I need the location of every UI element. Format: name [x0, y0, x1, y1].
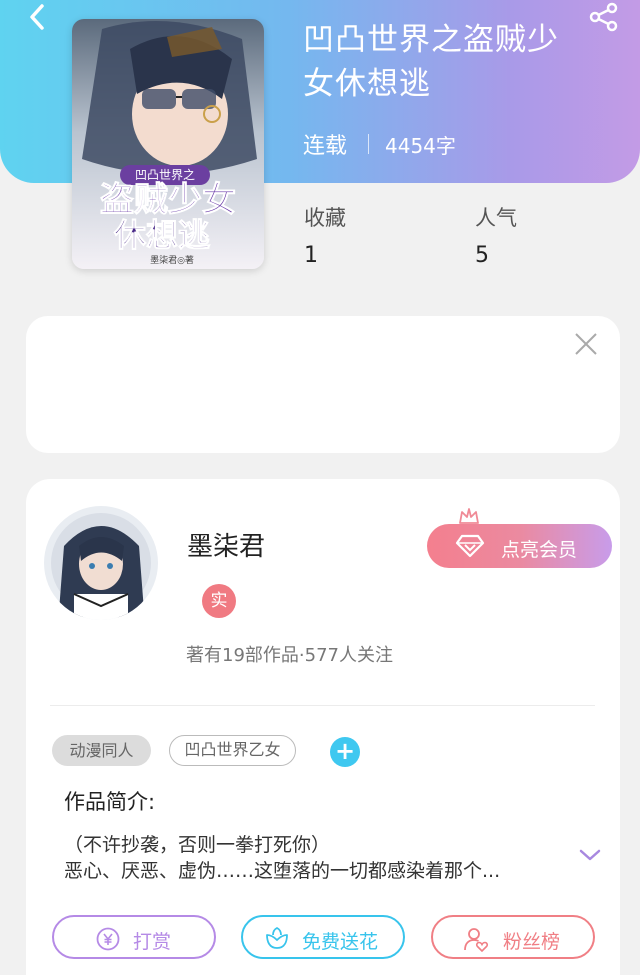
- flower-icon: [266, 926, 288, 949]
- vip-button-label: 点亮会员: [501, 539, 578, 561]
- ad-card: [26, 316, 620, 453]
- send-flowers-label: 免费送花: [302, 931, 379, 953]
- status-divider: [368, 134, 369, 154]
- user-heart-icon: [464, 928, 489, 952]
- reward-button[interactable]: 打赏: [52, 915, 216, 959]
- add-tag-button[interactable]: +: [330, 737, 360, 767]
- close-icon[interactable]: [573, 331, 599, 357]
- serial-status: 连载: [303, 134, 348, 159]
- word-count: 4454字: [385, 134, 456, 158]
- book-title: 凹凸世界之盗贼少 女休想逃: [303, 18, 603, 106]
- intro-heading: 作品简介:: [64, 790, 156, 814]
- fan-ranking-label: 粉丝榜: [503, 931, 561, 953]
- send-flowers-button[interactable]: 免费送花: [241, 915, 405, 959]
- author-name[interactable]: 墨柒君: [187, 526, 265, 563]
- add-icon: +: [334, 737, 356, 765]
- diamond-icon: [455, 534, 485, 558]
- book-title-line1: 凹凸世界之盗贼少: [303, 22, 559, 58]
- favorites-label: 收藏: [304, 206, 346, 230]
- avatar[interactable]: [44, 506, 158, 620]
- tag-topic[interactable]: 凹凸世界乙女: [169, 735, 296, 766]
- reward-label: 打赏: [133, 931, 172, 953]
- author-meta: 著有19部作品·577人关注: [186, 645, 393, 666]
- book-title-line2: 女休想逃: [303, 66, 431, 102]
- yen-icon: [96, 927, 120, 951]
- section-divider: [50, 705, 595, 706]
- favorites-value: 1: [304, 243, 318, 268]
- cover-title-2: 休想逃: [113, 216, 210, 254]
- back-arrow-icon[interactable]: [20, 2, 56, 32]
- chevron-down-icon[interactable]: [578, 846, 602, 864]
- cover-title-1: 盗贼少女: [100, 180, 237, 220]
- intro-line-1: （不许抄袭，否则一拳打死你）: [64, 834, 331, 856]
- avatar-illustration: [44, 506, 158, 620]
- popularity-label: 人气: [475, 206, 517, 230]
- intro-line-2: 恶心、厌恶、虚伪……这堕落的一切都感染着那个...: [64, 860, 501, 882]
- verified-badge: 实: [202, 584, 236, 618]
- cover-author: 墨柒君◎著: [150, 256, 194, 266]
- fan-ranking-button[interactable]: 粉丝榜: [431, 915, 595, 959]
- tag-category[interactable]: 动漫同人: [52, 735, 151, 766]
- book-cover[interactable]: 凹凸世界之 盗贼少女 休想逃 墨柒君◎著: [72, 19, 264, 269]
- popularity-value: 5: [475, 243, 489, 268]
